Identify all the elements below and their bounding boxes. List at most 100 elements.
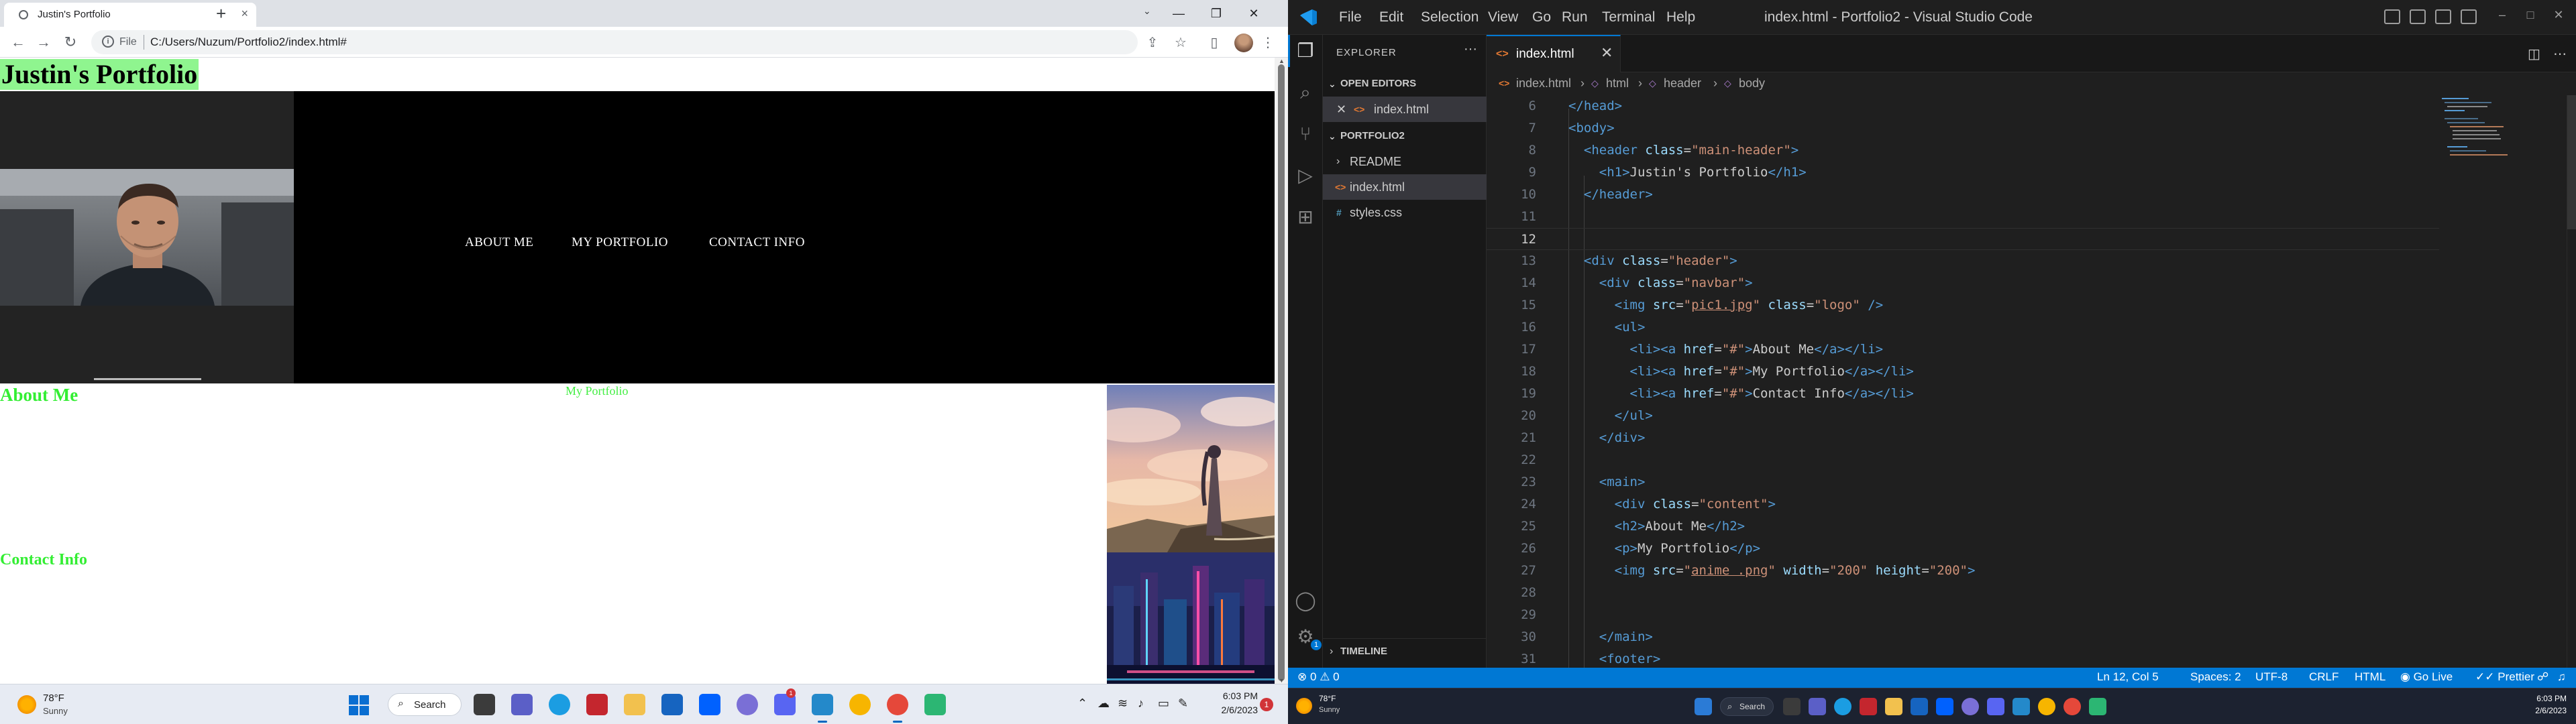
- tab-search-icon[interactable]: ⌄: [1143, 5, 1151, 17]
- side-panel-icon[interactable]: ▯: [1205, 34, 1224, 52]
- editor-more-icon[interactable]: ⋯: [2553, 46, 2567, 62]
- file-item-styles[interactable]: # styles.css: [1323, 200, 1487, 225]
- notification-badge[interactable]: 1: [1260, 698, 1273, 711]
- windows-start-icon[interactable]: [1695, 698, 1712, 715]
- clock-time[interactable]: 6:03 PM: [1204, 690, 1258, 701]
- back-button[interactable]: ←: [7, 31, 30, 54]
- editor-tab[interactable]: <> index.html ✕: [1487, 35, 1621, 72]
- bookmark-star-icon[interactable]: ☆: [1171, 34, 1190, 52]
- line-ending[interactable]: CRLF: [2309, 670, 2339, 684]
- split-editor-icon[interactable]: ◫: [2528, 46, 2540, 62]
- code-line[interactable]: 19 <li><a href="#">Contact Info</a></li>: [1487, 383, 2439, 405]
- file-item-readme[interactable]: › README: [1323, 149, 1487, 174]
- encoding[interactable]: UTF-8: [2255, 670, 2288, 684]
- code-line[interactable]: 20 </ul>: [1487, 405, 2439, 427]
- mail-icon[interactable]: [661, 694, 683, 715]
- sun-weather-icon[interactable]: [17, 695, 36, 714]
- prettier-button[interactable]: ✓✓ Prettier: [2475, 670, 2534, 684]
- weather-temp[interactable]: 78°F: [43, 692, 64, 704]
- app-icon-1[interactable]: [1962, 698, 1979, 715]
- editor-scrollbar-thumb[interactable]: [2567, 95, 2576, 229]
- windows-start-icon[interactable]: [349, 695, 369, 715]
- close-tab-icon[interactable]: ✕: [1601, 44, 1613, 62]
- file-explorer-icon[interactable]: [624, 694, 645, 715]
- scroll-up-arrow-icon[interactable]: ▲: [1279, 58, 1285, 64]
- close-tab-icon[interactable]: ×: [241, 7, 248, 21]
- weather-condition[interactable]: Sunny: [1319, 706, 1340, 714]
- info-icon[interactable]: i: [102, 36, 114, 48]
- edge-icon[interactable]: [549, 694, 570, 715]
- explorer-more-icon[interactable]: ···: [1464, 42, 1477, 57]
- profile-avatar[interactable]: [1234, 34, 1253, 52]
- vscode-taskbar-icon[interactable]: [2012, 698, 2030, 715]
- notifications-bell-icon[interactable]: ♫: [2557, 670, 2566, 684]
- code-line[interactable]: 26 <p>My Portfolio</p>: [1487, 538, 2439, 560]
- customize-layout-icon[interactable]: [2461, 9, 2477, 24]
- chrome-taskbar-icon[interactable]: [887, 694, 908, 715]
- nav-link-contact[interactable]: CONTACT INFO: [709, 235, 805, 250]
- file-item-index[interactable]: <> index.html: [1323, 174, 1487, 200]
- wifi-icon[interactable]: ≋: [1118, 697, 1128, 711]
- editor-scrollbar[interactable]: [2567, 95, 2576, 668]
- edge-icon[interactable]: [1834, 698, 1851, 715]
- code-line[interactable]: 22: [1487, 449, 2439, 471]
- clock-date[interactable]: 2/6/2023: [1204, 705, 1258, 715]
- clock-date[interactable]: 2/6/2023: [2509, 706, 2567, 715]
- close-window-button[interactable]: ✕: [2545, 8, 2572, 22]
- menu-view[interactable]: View: [1488, 9, 1518, 25]
- pen-icon[interactable]: ✎: [1178, 697, 1188, 711]
- open-editor-item[interactable]: ✕ <> index.html: [1323, 97, 1487, 122]
- forward-button[interactable]: →: [32, 31, 55, 54]
- scroll-down-arrow-icon[interactable]: ▼: [1279, 677, 1285, 684]
- code-line[interactable]: 10 </header>: [1487, 184, 2439, 206]
- extensions-icon[interactable]: ⊞: [1293, 205, 1318, 229]
- language-mode[interactable]: HTML: [2355, 670, 2385, 684]
- code-editor[interactable]: 6 </head> 7 <body> 8 <header class="main-hea…: [1487, 95, 2576, 668]
- dropbox-icon[interactable]: [1936, 698, 1953, 715]
- teams-icon[interactable]: [1809, 698, 1826, 715]
- taskbar-search[interactable]: ⌕ Search: [388, 693, 462, 716]
- code-line[interactable]: 6 </head>: [1487, 95, 2439, 117]
- code-line[interactable]: 12: [1487, 228, 2439, 250]
- chrome-taskbar-icon[interactable]: [2063, 698, 2081, 715]
- battery-icon[interactable]: ▭: [1158, 697, 1169, 711]
- run-debug-icon[interactable]: ▷: [1293, 164, 1318, 188]
- toggle-secondary-sidebar-icon[interactable]: [2435, 9, 2451, 24]
- menu-edit[interactable]: Edit: [1379, 9, 1403, 25]
- code-line[interactable]: 29: [1487, 604, 2439, 626]
- share-icon[interactable]: ⇪: [1143, 34, 1162, 52]
- address-bar[interactable]: i File C:/Users/Nuzum/Portfolio2/index.h…: [91, 30, 1138, 54]
- acrobat-icon[interactable]: [1860, 698, 1877, 715]
- chrome-menu-icon[interactable]: ⋮: [1258, 34, 1277, 52]
- code-line[interactable]: 23 <main>: [1487, 471, 2439, 493]
- code-line[interactable]: 16 <ul>: [1487, 316, 2439, 339]
- feedback-icon[interactable]: ☍: [2537, 670, 2548, 684]
- app-icon-1[interactable]: [737, 694, 758, 715]
- code-line[interactable]: 18 <li><a href="#">My Portfolio</a></li>: [1487, 361, 2439, 383]
- open-editors-section[interactable]: ⌄ OPEN EDITORS: [1323, 71, 1487, 97]
- app-icon-3[interactable]: [924, 694, 946, 715]
- toggle-panel-icon[interactable]: [2410, 9, 2426, 24]
- page-scrollbar[interactable]: ▲ ▼: [1275, 58, 1288, 684]
- code-line[interactable]: 17 <li><a href="#">About Me</a></li>: [1487, 339, 2439, 361]
- search-icon[interactable]: ⌕: [1293, 80, 1318, 105]
- mail-icon[interactable]: [1911, 698, 1928, 715]
- source-control-icon[interactable]: ⑂: [1293, 122, 1318, 146]
- nav-link-portfolio[interactable]: MY PORTFOLIO: [572, 235, 668, 250]
- explorer-files-icon[interactable]: ❐: [1293, 39, 1318, 63]
- maximize-button[interactable]: □: [2517, 8, 2544, 22]
- code-line[interactable]: 11: [1487, 206, 2439, 228]
- menu-file[interactable]: File: [1339, 9, 1362, 25]
- new-tab-button[interactable]: +: [216, 3, 226, 24]
- volume-icon[interactable]: ♪: [1138, 697, 1144, 711]
- menu-help[interactable]: Help: [1666, 9, 1695, 25]
- menu-go[interactable]: Go: [1532, 9, 1551, 25]
- minimize-button[interactable]: –: [2489, 8, 2516, 22]
- code-line[interactable]: 14 <div class="navbar">: [1487, 272, 2439, 294]
- close-editor-icon[interactable]: ✕: [1336, 97, 1346, 122]
- code-line[interactable]: 21 </div>: [1487, 427, 2439, 449]
- clock-time[interactable]: 6:03 PM: [2509, 694, 2567, 703]
- menu-run[interactable]: Run: [1562, 9, 1588, 25]
- weather-condition[interactable]: Sunny: [43, 706, 68, 716]
- problems-indicator[interactable]: ⊗ 0 ⚠ 0: [1297, 670, 1340, 684]
